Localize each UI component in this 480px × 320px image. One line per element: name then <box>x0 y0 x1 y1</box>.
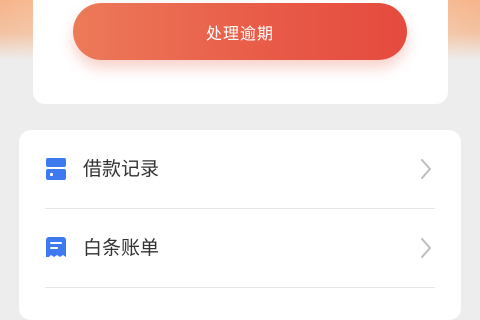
chevron-right-icon <box>421 238 431 258</box>
bill-icon <box>46 237 66 257</box>
menu-divider <box>45 287 435 288</box>
menu-item-label: 白条账单 <box>83 237 160 259</box>
chevron-right-icon <box>421 159 431 179</box>
menu-item-bills[interactable]: 白条账单 <box>19 209 461 287</box>
loan-record-icon <box>46 158 66 180</box>
menu-item-label: 借款记录 <box>83 158 160 180</box>
handle-overdue-button-label: 处理逾期 <box>205 23 274 43</box>
handle-overdue-button[interactable]: 处理逾期 <box>73 3 407 60</box>
menu-item-loan-records[interactable]: 借款记录 <box>19 130 461 208</box>
menu-card: 借款记录 白条账单 <box>19 130 461 320</box>
